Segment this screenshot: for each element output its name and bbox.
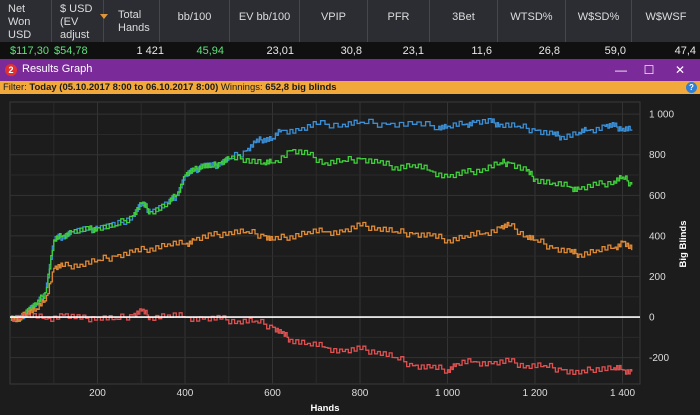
wtsd-value: 26,8 xyxy=(538,45,560,57)
col-header-line: adjust xyxy=(60,29,90,41)
col-bb100[interactable]: bb/100 xyxy=(160,0,230,42)
wwsf-value: 47,4 xyxy=(674,45,696,57)
x-tick-label: 1 400 xyxy=(610,388,635,399)
results-graph[interactable]: 200 400 600 800 1 000 1 200 1 400 1 000 800 600 40… xyxy=(0,94,700,415)
window-titlebar[interactable]: 2 Results Graph — ☐ ✕ xyxy=(0,59,700,81)
col-header-line: PFR xyxy=(387,11,410,23)
window-title: Results Graph xyxy=(22,63,93,75)
y-tick-label: -200 xyxy=(649,353,669,364)
ev-bb100-value: 23,01 xyxy=(266,45,294,57)
y-tick-label: 600 xyxy=(649,191,666,202)
bb100-value: 45,94 xyxy=(196,45,224,57)
vpip-value: 30,8 xyxy=(340,45,362,57)
col-header-line: Hands xyxy=(118,22,150,34)
winnings-label: Winnings: xyxy=(220,82,263,93)
col-vpip[interactable]: VPIP xyxy=(300,0,368,42)
x-tick-label: 1 200 xyxy=(522,388,547,399)
col-3bet[interactable]: 3Bet xyxy=(430,0,498,42)
y-tick-label: 200 xyxy=(649,272,666,283)
col-usd-ev-adjusted[interactable]: $ USD (EV adjust xyxy=(52,0,108,42)
col-header-line: W$SD% xyxy=(577,11,620,23)
y-tick-label: 0 xyxy=(649,313,655,324)
stats-header: Net Won USD $ USD (EV adjust Total Hands… xyxy=(0,0,700,42)
col-header-line: USD xyxy=(8,29,32,41)
col-pfr[interactable]: PFR xyxy=(368,0,430,42)
maximize-button[interactable]: ☐ xyxy=(635,59,663,81)
y-tick-label: 400 xyxy=(649,231,666,242)
col-header-line: Total xyxy=(118,9,142,21)
net-won-value: $117,30 xyxy=(10,45,49,57)
filter-range[interactable]: Today (05.10.2017 8:00 to 06.10.2017 8:0… xyxy=(29,82,218,93)
plot-area xyxy=(9,101,641,385)
y-tick-label: 1 000 xyxy=(649,110,674,121)
x-tick-label: 200 xyxy=(89,388,106,399)
col-header-line: bb/100 xyxy=(177,11,212,23)
col-net-won-usd[interactable]: Net Won USD xyxy=(0,0,52,42)
x-tick-label: 1 000 xyxy=(435,388,460,399)
app-logo-icon: 2 xyxy=(5,64,17,76)
y-tick-label: 800 xyxy=(649,150,666,161)
col-header-line: 3Bet xyxy=(452,11,475,23)
x-tick-label: 800 xyxy=(352,388,369,399)
col-header-line: (EV xyxy=(60,16,79,28)
x-tick-label: 600 xyxy=(264,388,281,399)
col-header-line: WTSD% xyxy=(510,11,553,23)
y-axis-label: Big Blinds xyxy=(678,221,689,268)
grid-layer xyxy=(9,101,641,385)
x-tick-label: 400 xyxy=(177,388,194,399)
total-hands-value: 1 421 xyxy=(136,45,164,57)
filter-label: Filter: xyxy=(3,82,27,93)
results-chart[interactable]: 200 400 600 800 1 000 1 200 1 400 1 000 800 600 40… xyxy=(0,94,700,415)
winnings-value: 652,8 big blinds xyxy=(265,82,337,93)
help-icon[interactable]: ? xyxy=(686,82,697,93)
close-button[interactable]: ✕ xyxy=(666,59,694,81)
col-header-line: Won xyxy=(8,16,31,28)
col-total-hands[interactable]: Total Hands xyxy=(104,0,160,42)
filter-bar[interactable]: Filter: Today (05.10.2017 8:00 to 06.10.… xyxy=(0,81,700,94)
col-header-line: VPIP xyxy=(320,11,347,23)
col-wtsd[interactable]: WTSD% xyxy=(498,0,566,42)
minimize-button[interactable]: — xyxy=(607,59,635,81)
3bet-value: 11,6 xyxy=(471,45,492,57)
x-axis-label: Hands xyxy=(310,403,339,414)
col-wwsf[interactable]: W$WSF xyxy=(632,0,700,42)
ev-adjusted-value: $54,78 xyxy=(54,45,88,57)
col-wsd[interactable]: W$SD% xyxy=(566,0,632,42)
wsd-value: 59,0 xyxy=(604,45,626,57)
col-header-line: W$WSF xyxy=(645,11,687,23)
col-header-line: $ USD xyxy=(60,3,93,15)
col-ev-bb100[interactable]: EV bb/100 xyxy=(230,0,300,42)
col-header-line: Net xyxy=(8,3,26,15)
stats-values-row[interactable]: $117,30 $54,78 1 421 45,94 23,01 30,8 23… xyxy=(0,42,700,59)
col-header-line: EV bb/100 xyxy=(238,11,291,23)
pfr-value: 23,1 xyxy=(402,45,424,57)
